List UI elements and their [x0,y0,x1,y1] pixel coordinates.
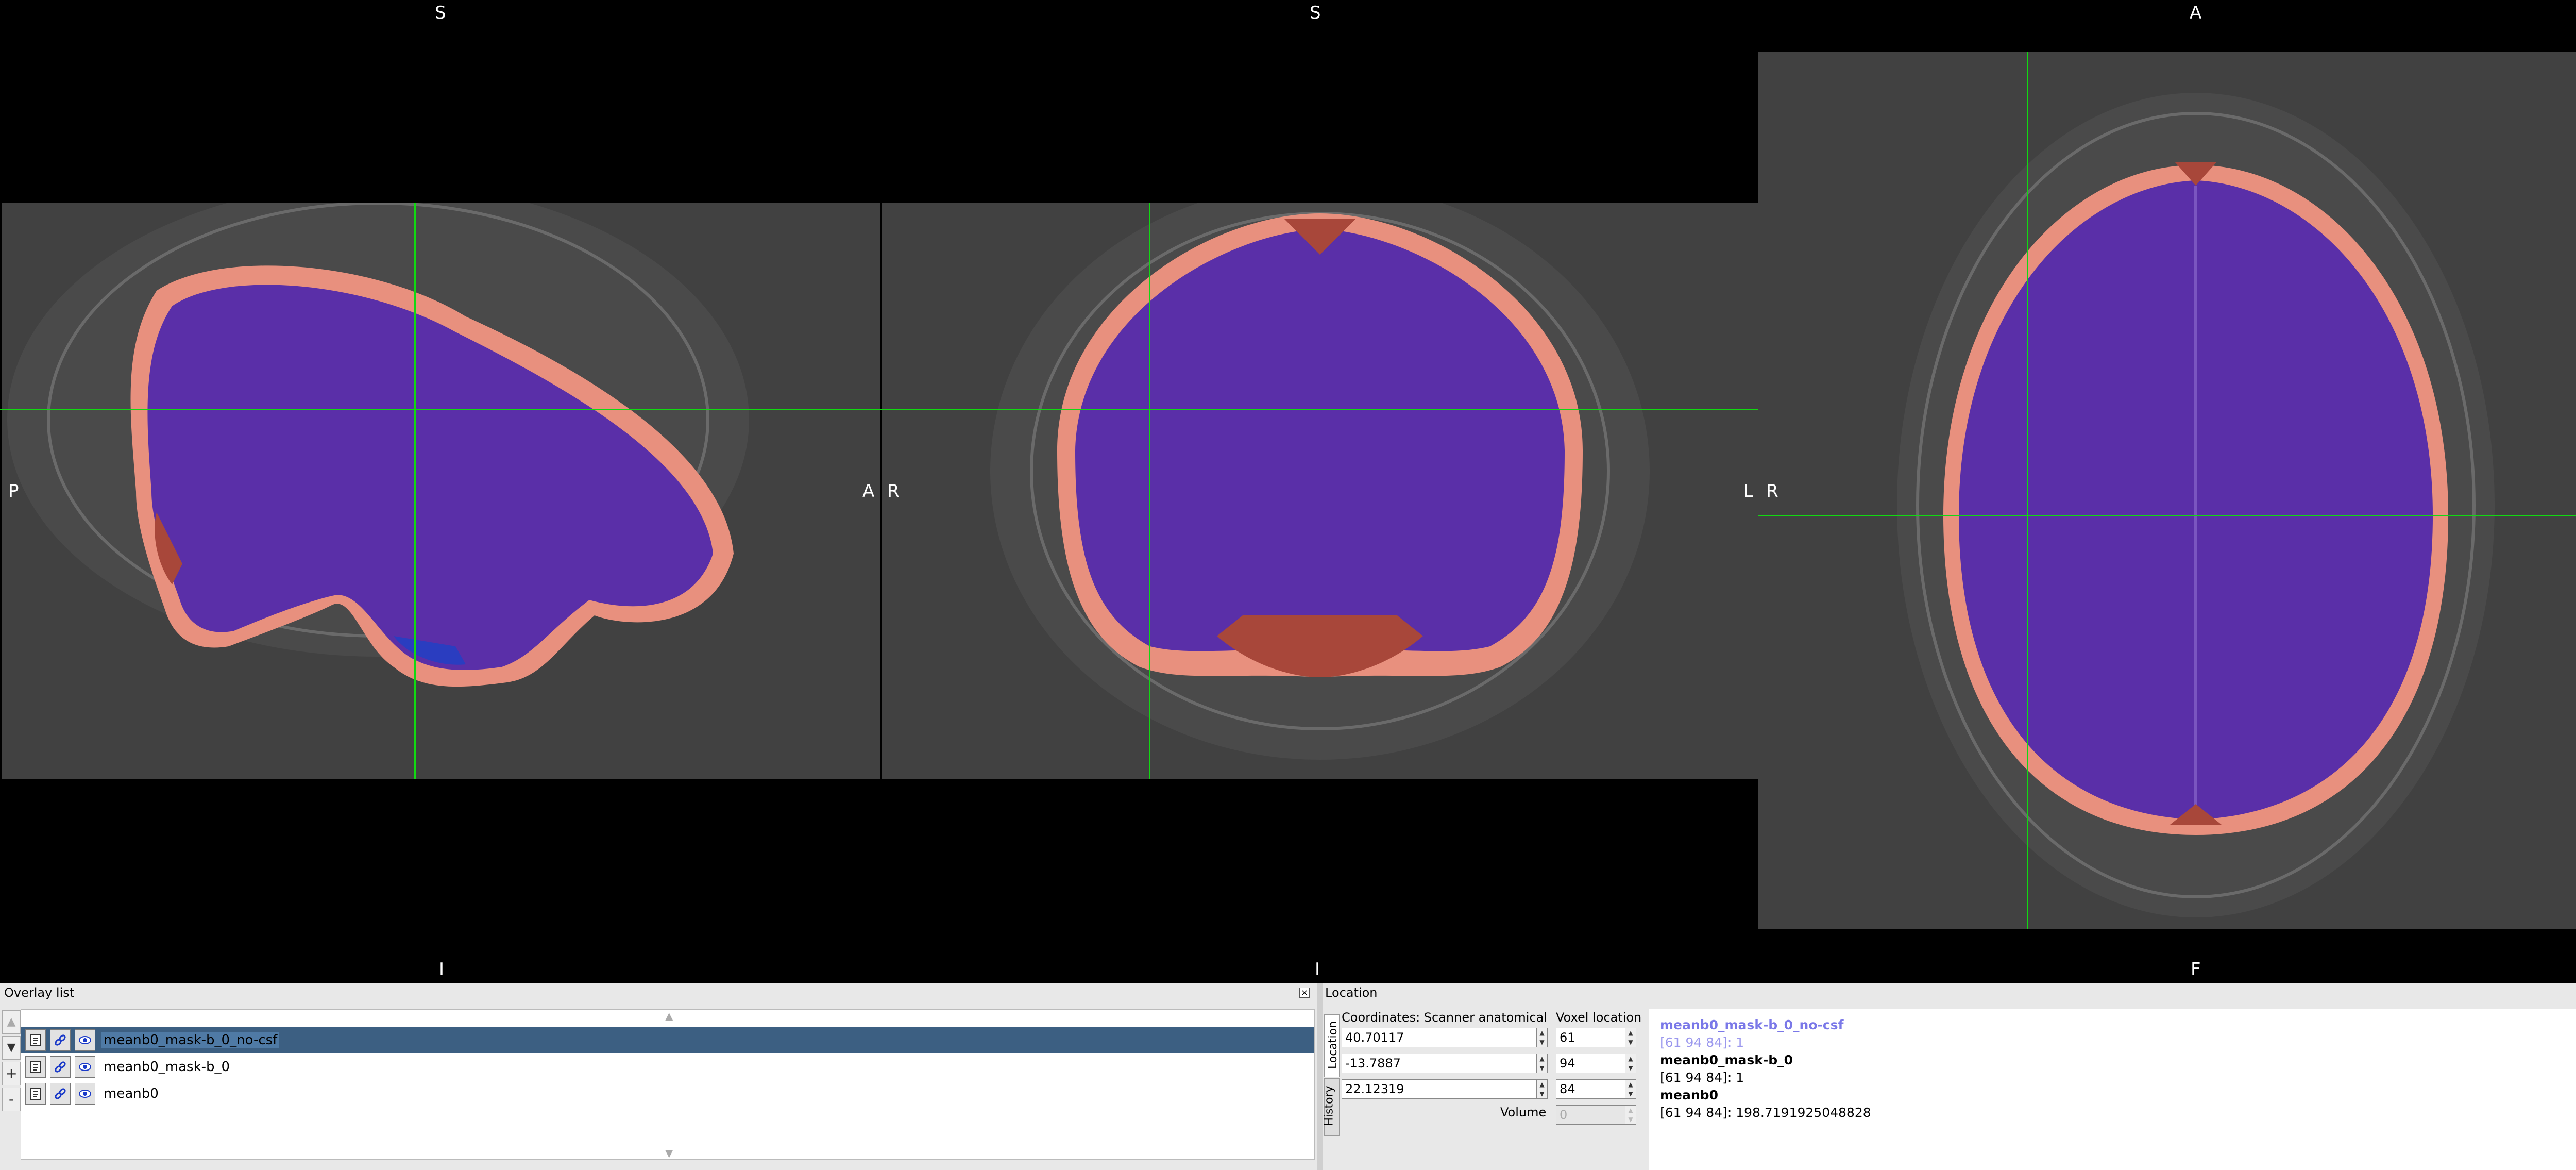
orientation-label-top: S [1310,3,1321,23]
info-overlay-value: [61 94 84]: 198.7191925048828 [1660,1105,1871,1120]
coordinates-label: Coordinates: Scanner anatomical [1342,1010,1547,1025]
tab-history[interactable]: History [1323,1078,1340,1136]
orientation-label-bottom: I [439,959,445,980]
orientation-label-left: R [887,481,900,502]
coordinate-z-spinner[interactable]: ▲ ▼ [1536,1079,1548,1099]
orientation-label-top: S [435,3,446,23]
axial-slice[interactable] [1758,52,2576,929]
coronal-brain-image [990,203,1650,760]
bottom-panels: Overlay list × ▲ ▼ + - ▲ meanb0_mask-b_0… [0,983,2576,1170]
overlay-link-button[interactable] [50,1056,71,1078]
axial-view[interactable]: A F R L [1758,0,2576,983]
voxel-y-spinner[interactable]: ▲ ▼ [1625,1054,1636,1073]
overlay-link-button[interactable] [50,1083,71,1105]
overlay-list[interactable]: ▲ meanb0_mask-b_0_no-csf meanb0_mask-b_0… [21,1009,1315,1160]
overlay-row[interactable]: meanb0_mask-b_0_no-csf [21,1027,1314,1053]
coronal-crosshair-vertical [1149,203,1150,779]
eye-icon [79,1090,91,1098]
move-overlay-up-button[interactable]: ▲ [2,1010,21,1034]
coordinate-z-field[interactable]: 22.12319 [1342,1079,1537,1099]
overlay-list-scroll-up[interactable]: ▲ [665,1010,673,1022]
document-icon [30,1061,41,1073]
coordinate-x-field[interactable]: 40.70117 [1342,1028,1537,1047]
orientation-label-bottom: I [1315,959,1320,980]
sagittal-view[interactable]: S I P A [0,0,882,983]
link-icon [55,1061,66,1073]
orientation-label-right: L [1743,481,1753,502]
info-overlay-name: meanb0_mask-b_0_no-csf [1660,1017,1844,1032]
move-overlay-down-button[interactable]: ▼ [2,1036,21,1060]
overlay-list-scroll-down[interactable]: ▼ [665,1147,673,1159]
axial-brain-image [1897,93,2495,917]
volume-field: 0 [1556,1105,1627,1125]
overlay-row[interactable]: meanb0 [21,1081,1314,1107]
sagittal-slice[interactable] [2,203,880,779]
info-overlay-value: [61 94 84]: 1 [1660,1070,1744,1085]
sagittal-crosshair-vertical [414,203,416,779]
document-icon [30,1034,41,1046]
tab-location[interactable]: Location [1324,1014,1340,1077]
overlay-side-toolbar: ▲ ▼ + - [0,1010,21,1170]
document-icon [30,1088,41,1100]
voxel-location-label: Voxel location [1556,1010,1642,1025]
overlay-list-close-button[interactable]: × [1299,988,1310,998]
coronal-slice[interactable] [882,203,1758,779]
orientation-label-left: R [1766,481,1778,502]
voxel-x-field[interactable]: 61 [1556,1028,1627,1047]
orientation-label-right: A [862,481,875,502]
volume-spinner: ▲ ▼ [1625,1105,1636,1125]
eye-icon [79,1036,91,1044]
location-tabs: Location History [1323,1014,1340,1169]
add-overlay-button[interactable]: + [2,1062,21,1085]
overlay-info-button[interactable] [25,1083,46,1105]
link-icon [55,1088,66,1099]
orientation-label-bottom: F [2191,959,2201,980]
link-icon [55,1034,66,1046]
location-title: Location [1325,985,1378,1000]
coronal-crosshair-horizontal [882,409,1758,410]
overlay-list-title: Overlay list [4,985,75,1000]
coordinate-y-spinner[interactable]: ▲ ▼ [1536,1054,1548,1073]
location-info-panel: meanb0_mask-b_0_no-csf [61 94 84]: 1 mea… [1649,1009,2576,1170]
info-overlay-name: meanb0 [1660,1088,1718,1102]
voxel-z-field[interactable]: 84 [1556,1079,1627,1099]
orientation-label-left: P [8,481,19,502]
overlay-name: meanb0_mask-b_0 [104,1059,230,1075]
axial-crosshair-vertical [2027,52,2028,929]
overlay-info-button[interactable] [25,1029,46,1051]
overlay-visibility-button[interactable] [75,1029,95,1051]
overlay-name: meanb0 [104,1086,159,1101]
overlay-name: meanb0_mask-b_0_no-csf [101,1032,280,1048]
coordinate-x-spinner[interactable]: ▲ ▼ [1536,1028,1548,1047]
coronal-view[interactable]: S I R L [882,0,1758,983]
volume-label: Volume [1500,1105,1547,1119]
overlay-row[interactable]: meanb0_mask-b_0 [21,1054,1314,1080]
voxel-z-spinner[interactable]: ▲ ▼ [1625,1079,1636,1099]
eye-icon [79,1063,91,1071]
overlay-visibility-button[interactable] [75,1083,95,1105]
coordinate-y-field[interactable]: -13.7887 [1342,1054,1537,1073]
info-overlay-value: [61 94 84]: 1 [1660,1035,1744,1050]
voxel-x-spinner[interactable]: ▲ ▼ [1625,1028,1636,1047]
ortho-viewer[interactable]: S I P A S I R L A F R [0,0,2576,983]
axial-crosshair-horizontal [1758,515,2576,516]
voxel-y-field[interactable]: 94 [1556,1054,1627,1073]
orientation-label-top: A [2190,3,2202,23]
panel-splitter[interactable] [1317,983,1323,1170]
sagittal-brain-image [7,203,749,687]
overlay-link-button[interactable] [50,1029,71,1051]
overlay-visibility-button[interactable] [75,1056,95,1078]
overlay-info-button[interactable] [25,1056,46,1078]
remove-overlay-button[interactable]: - [2,1088,21,1111]
sagittal-crosshair-horizontal [0,409,882,410]
info-overlay-name: meanb0_mask-b_0 [1660,1052,1793,1067]
